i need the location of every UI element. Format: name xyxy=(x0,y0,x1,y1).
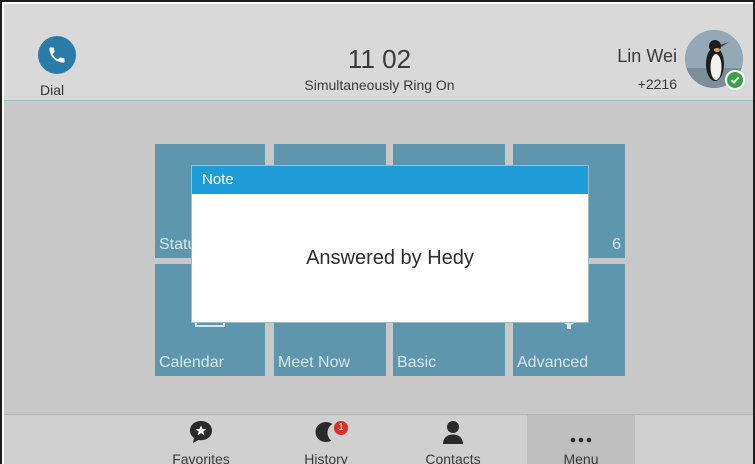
history-missed-badge: 1 xyxy=(334,421,348,435)
softkey-favorites[interactable]: Favorites xyxy=(147,415,255,464)
status-header: Dial 11 02 Simultaneously Ring On Lin We… xyxy=(4,4,753,101)
softkey-favorites-label: Favorites xyxy=(172,451,230,464)
presence-status-indicator xyxy=(725,70,745,90)
tile-basic-label: Basic xyxy=(397,354,437,371)
ellipsis-icon xyxy=(570,437,592,443)
softkey-history-label: History xyxy=(304,451,348,464)
softkey-contacts[interactable]: Contacts xyxy=(399,415,507,464)
softkey-menu[interactable]: Menu xyxy=(527,415,635,464)
softkey-bar: Favorites 1 History Contacts Menu xyxy=(4,414,753,464)
star-speech-icon xyxy=(190,421,212,443)
softkey-menu-label: Menu xyxy=(563,451,599,464)
softkey-contacts-label: Contacts xyxy=(425,451,481,464)
account-name: Lin Wei xyxy=(617,46,677,66)
account-extension: +2216 xyxy=(637,76,677,92)
softkey-history[interactable]: 1 History xyxy=(272,415,380,464)
tile-meet-now-label: Meet Now xyxy=(278,354,351,371)
tile-advanced-label: Advanced xyxy=(517,354,589,371)
tile-6-label: 6 xyxy=(612,236,621,253)
phone-screen: Dial 11 02 Simultaneously Ring On Lin We… xyxy=(4,4,753,464)
tile-calendar-label: Calendar xyxy=(159,354,224,371)
person-icon xyxy=(443,421,463,444)
dialog-message: Answered by Hedy xyxy=(306,246,474,269)
dialog-title: Note xyxy=(192,166,588,194)
note-dialog: Note Answered by Hedy xyxy=(192,166,588,322)
phone-screen-frame: Dial 11 02 Simultaneously Ring On Lin We… xyxy=(0,0,755,464)
tile-status-label: Statu xyxy=(159,236,197,253)
check-icon xyxy=(730,76,740,84)
